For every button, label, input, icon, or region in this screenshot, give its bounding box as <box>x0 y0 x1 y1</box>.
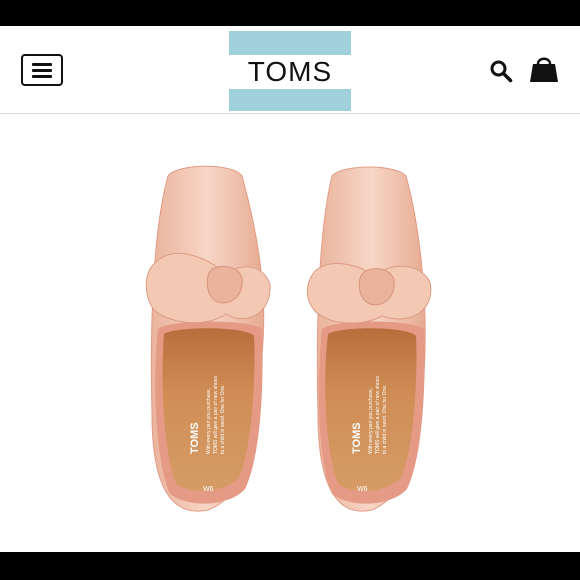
product-shoes-illustration: TOMS With every pair you purchase, TOMS … <box>145 165 432 512</box>
left-insole-line2: TOMS will give a pair of new shoes <box>213 376 219 454</box>
product-image: TOMS With every pair you purchase, TOMS … <box>0 114 580 552</box>
site-header: TOMS <box>0 26 580 114</box>
right-insole-line2: TOMS will give a pair of new shoes <box>375 376 381 454</box>
bottom-black-bar <box>0 552 580 580</box>
hamburger-menu-icon[interactable] <box>21 54 63 86</box>
right-insole-brand: TOMS <box>351 422 363 454</box>
right-insole-line1: With every pair you purchase, <box>368 388 374 454</box>
top-black-bar <box>0 0 580 26</box>
search-icon[interactable] <box>489 59 513 83</box>
brand-logo[interactable]: TOMS <box>229 31 351 111</box>
brand-wordmark: TOMS <box>247 56 333 87</box>
left-insole-line1: With every pair you purchase, <box>206 388 212 454</box>
right-insole-line3: to a child in need. One for One. <box>382 385 388 455</box>
right-insole-size: W6 <box>357 486 368 493</box>
left-insole-line3: to a child in need. One for One. <box>220 385 226 455</box>
left-shoe: TOMS With every pair you purchase, TOMS … <box>145 165 271 512</box>
left-insole-brand: TOMS <box>189 422 201 454</box>
left-insole-size: W6 <box>203 486 214 493</box>
right-shoe: TOMS With every pair you purchase, TOMS … <box>306 166 432 512</box>
shopping-bag-icon[interactable] <box>529 55 559 83</box>
